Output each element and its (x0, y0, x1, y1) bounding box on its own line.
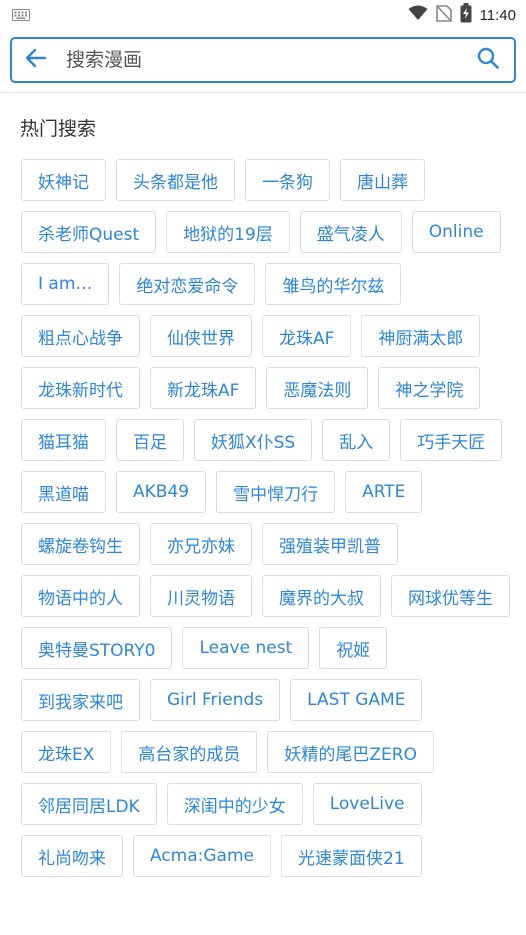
no-signal-icon (435, 4, 452, 26)
arrow-left-icon (25, 48, 47, 72)
hot-search-tag[interactable]: 黑道喵 (21, 471, 106, 513)
wifi-icon (408, 5, 428, 25)
search-bar (10, 37, 516, 83)
hot-search-tag[interactable]: 奥特曼STORY0 (21, 627, 173, 669)
hot-search-tag[interactable]: 到我家来吧 (21, 679, 140, 721)
hot-search-tag[interactable]: 一条狗 (245, 159, 330, 201)
hot-search-tag[interactable]: 螺旋卷钩生 (21, 523, 140, 565)
hot-search-tag[interactable]: 深闺中的少女 (166, 783, 303, 825)
hot-search-tag[interactable]: LoveLive (312, 783, 422, 825)
hot-search-tag[interactable]: 粗点心战争 (21, 315, 140, 357)
status-bar: 11:40 (0, 0, 526, 30)
hot-search-tag[interactable]: 唐山葬 (340, 159, 425, 201)
hot-search-tag[interactable]: 头条都是他 (116, 159, 235, 201)
hot-search-tag[interactable]: 新龙珠AF (150, 367, 257, 409)
search-button[interactable] (462, 39, 514, 81)
hot-search-tag[interactable]: 妖神记 (21, 159, 106, 201)
keyboard-icon (12, 6, 30, 25)
hot-search-tag[interactable]: 杀老师Quest (21, 211, 157, 253)
search-input[interactable] (60, 49, 462, 71)
hot-search-tag[interactable]: LAST GAME (290, 679, 423, 721)
hot-search-tag[interactable]: 恶魔法则 (266, 367, 369, 409)
hot-search-tag[interactable]: 猫耳猫 (21, 419, 106, 461)
hot-search-tag[interactable]: 光速蒙面侠21 (281, 835, 422, 877)
hot-search-tag[interactable]: 地狱的19层 (166, 211, 290, 253)
hot-search-tag[interactable]: 网球优等生 (391, 575, 510, 617)
hot-search-tag[interactable]: 高台家的成员 (121, 731, 258, 773)
hot-search-tag[interactable]: 妖精的尾巴ZERO (267, 731, 434, 773)
search-icon (477, 47, 499, 73)
hot-search-tag[interactable]: AKB49 (116, 471, 207, 513)
hot-search-tag[interactable]: 祝姬 (319, 627, 388, 669)
hot-search-tag[interactable]: 魔界的大叔 (262, 575, 381, 617)
hot-search-tag[interactable]: ARTE (345, 471, 423, 513)
header-divider (0, 92, 526, 93)
hot-search-tag[interactable]: 川灵物语 (150, 575, 252, 617)
battery-charging-icon (460, 3, 472, 27)
hot-search-title: 热门搜索 (20, 118, 97, 140)
status-right: 11:40 (408, 3, 516, 27)
hot-search-tags: 妖神记 头条都是他 一条狗 唐山葬杀老师Quest 地狱的19层 盛气凌人 Online I … (21, 159, 511, 877)
hot-search-tag[interactable]: 盛气凌人 (299, 211, 402, 253)
hot-search-tag[interactable]: I am… (21, 263, 110, 305)
hot-search-tag[interactable]: 绝对恋爱命令 (119, 263, 256, 305)
hot-search-tag[interactable]: 乱入 (322, 419, 391, 461)
hot-search-tag[interactable]: 龙珠AF (262, 315, 352, 357)
hot-search-tag[interactable]: 巧手天匠 (400, 419, 503, 461)
hot-search-tag[interactable]: 邻居同居LDK (21, 783, 157, 825)
hot-search-tag[interactable]: 物语中的人 (21, 575, 140, 617)
hot-search-tag[interactable]: 礼尚吻来 (21, 835, 123, 877)
hot-search-tag[interactable]: Online (411, 211, 501, 253)
hot-search-tag[interactable]: 妖狐X仆SS (194, 419, 313, 461)
hot-search-tag[interactable]: 龙珠新时代 (21, 367, 140, 409)
hot-search-tag[interactable]: 雪中悍刀行 (216, 471, 336, 513)
hot-search-tag[interactable]: Leave nest (182, 627, 310, 669)
hot-search-tag[interactable]: 雏鸟的华尔兹 (265, 263, 402, 305)
hot-search-tag[interactable]: 神厨满太郎 (361, 315, 481, 357)
hot-search-tag[interactable]: 强殖装甲凯普 (262, 523, 398, 565)
hot-search-tag[interactable]: Girl Friends (150, 679, 281, 721)
hot-search-tag[interactable]: 百足 (116, 419, 184, 461)
hot-search-tag[interactable]: 亦兄亦妹 (150, 523, 252, 565)
hot-search-tag[interactable]: 神之学院 (378, 367, 481, 409)
hot-search-tag[interactable]: Acma:Game (133, 835, 271, 877)
status-time: 11:40 (479, 6, 516, 24)
status-left (12, 6, 30, 25)
hot-search-tag[interactable]: 龙珠EX (21, 731, 112, 773)
hot-search-tag[interactable]: 仙侠世界 (150, 315, 252, 357)
back-button[interactable] (12, 39, 60, 81)
